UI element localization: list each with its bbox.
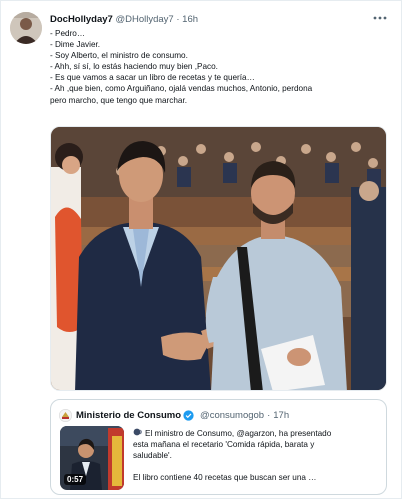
verified-badge-icon bbox=[183, 410, 194, 421]
speaking-head-icon bbox=[133, 428, 142, 436]
tweet-text: - Pedro… - Dime Javier. - Soy Alberto, e… bbox=[50, 28, 395, 106]
tweet-card[interactable]: DocHollyday7 @DHollyday7 · 16h - Pedro… … bbox=[0, 0, 402, 499]
tweet-timestamp[interactable]: 16h bbox=[182, 14, 198, 25]
separator-dot: · bbox=[176, 14, 180, 25]
quoted-tweet-header: Ministerio de Consumo @consumogob · 17h bbox=[59, 409, 289, 422]
quoted-video-thumbnail[interactable]: 0:57 bbox=[60, 426, 124, 490]
quoted-text-line: El libro contiene 40 recetas que buscan … bbox=[133, 473, 317, 482]
author-avatar[interactable] bbox=[10, 12, 42, 44]
quoted-text-line: saludable'. bbox=[133, 451, 172, 460]
quoted-text-segment: El ministro de Consumo, @agarzon, ha pre… bbox=[145, 429, 332, 438]
author-handle[interactable]: @DHollyday7 bbox=[115, 14, 173, 25]
quoted-text-line: El ministro de Consumo, @agarzon, ha pre… bbox=[133, 428, 383, 439]
tweet-text-line: - Soy Alberto, el ministro de consumo. bbox=[50, 51, 188, 61]
tweet-text-line: pero marcho, que tengo que marchar. bbox=[50, 95, 187, 105]
tweet-text-line: - Pedro… bbox=[50, 29, 86, 38]
more-options-icon[interactable] bbox=[371, 11, 389, 25]
tweet-text-line: - Dime Javier. bbox=[50, 40, 101, 50]
tweet-text-line: - Ah ,que bien, como Arguiñano, ojalá ve… bbox=[50, 84, 313, 94]
separator-dot: · bbox=[267, 409, 271, 421]
quoted-tweet[interactable]: Ministerio de Consumo @consumogob · 17h … bbox=[50, 399, 387, 495]
tweet-text-line: - Es que vamos a sacar un libro de recet… bbox=[50, 73, 255, 83]
quoted-timestamp[interactable]: 17h bbox=[273, 410, 289, 422]
quoted-author-name[interactable]: Ministerio de Consumo bbox=[76, 410, 181, 422]
ministry-logo-icon bbox=[59, 409, 72, 422]
quoted-tweet-text: El ministro de Consumo, @agarzon, ha pre… bbox=[133, 428, 383, 483]
quoted-author-handle[interactable]: @consumogob bbox=[200, 410, 264, 422]
author-name[interactable]: DocHollyday7 bbox=[50, 14, 113, 25]
quoted-text-line: esta mañana el recetario 'Comida rápida,… bbox=[133, 440, 315, 449]
tweet-photo[interactable] bbox=[50, 126, 387, 391]
tweet-text-line: - Ahh, sí sí, lo estás haciendo muy bien… bbox=[50, 62, 218, 72]
video-duration-badge: 0:57 bbox=[64, 474, 87, 485]
